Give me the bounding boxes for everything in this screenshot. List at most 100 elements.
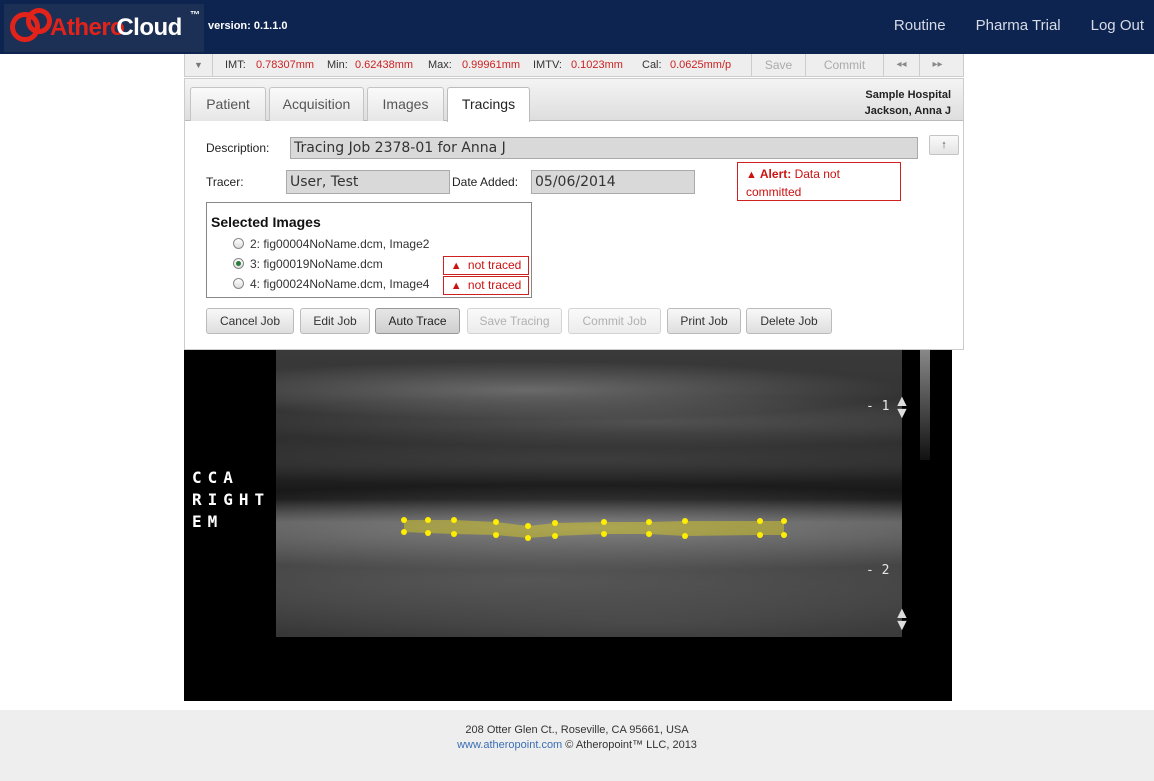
upper-trace-point[interactable]: [601, 519, 607, 525]
not-traced-badge: ▲ not traced: [443, 276, 529, 295]
image-label: 3: fig00019NoName.dcm: [250, 257, 383, 271]
not-traced-badge: ▲ not traced: [443, 256, 529, 275]
lower-trace-point[interactable]: [451, 531, 457, 537]
logo-text-cloud: Cloud: [116, 14, 182, 41]
top-nav: Routine Pharma Trial Log Out: [894, 17, 1144, 34]
max-label: Max:: [428, 59, 452, 71]
delete-job-button[interactable]: Delete Job: [746, 308, 832, 334]
nav-routine[interactable]: Routine: [894, 17, 946, 34]
upper-trace-point[interactable]: [682, 518, 688, 524]
selected-images-title: Selected Images: [211, 214, 321, 230]
lower-trace-point[interactable]: [757, 532, 763, 538]
trace-overlay[interactable]: [184, 350, 952, 701]
cal-label: Cal:: [642, 59, 662, 71]
min-label: Min:: [327, 59, 348, 71]
imt-value: 0.78307mm: [256, 59, 315, 71]
image-row-2[interactable]: 2: fig00004NoName.dcm, Image2: [233, 237, 429, 251]
cancel-job-button[interactable]: Cancel Job: [206, 308, 294, 334]
print-job-button[interactable]: Print Job: [667, 308, 741, 334]
save-measure-button[interactable]: Save: [751, 54, 805, 76]
imtv-label: IMTV:: [533, 59, 562, 71]
commit-measure-button[interactable]: Commit: [805, 54, 883, 76]
description-field[interactable]: Tracing Job 2378-01 for Anna J: [290, 137, 918, 159]
hospital-name: Sample Hospital: [865, 89, 951, 101]
tracer-field[interactable]: User, Test: [286, 170, 450, 194]
prev-image-button[interactable]: ◂◂: [883, 54, 919, 76]
description-label: Description:: [206, 141, 270, 155]
lower-trace-point[interactable]: [525, 535, 531, 541]
logo-trademark: ™: [190, 10, 200, 21]
upper-trace-point[interactable]: [525, 523, 531, 529]
lower-trace-point[interactable]: [601, 531, 607, 537]
lower-trace-point[interactable]: [425, 530, 431, 536]
auto-trace-button[interactable]: Auto Trace: [375, 308, 460, 334]
lower-trace-point[interactable]: [552, 533, 558, 539]
tab-acquisition[interactable]: Acquisition: [269, 87, 364, 121]
footer-website-link[interactable]: www.atheropoint.com: [457, 739, 562, 751]
upper-trace-point[interactable]: [646, 519, 652, 525]
patient-name: Jackson, Anna J: [864, 105, 951, 117]
upper-trace-point[interactable]: [451, 517, 457, 523]
warning-icon: ▲: [746, 169, 757, 181]
athero-cloud-logo[interactable]: Athero Cloud ™: [4, 4, 204, 52]
app-header: Athero Cloud ™ version: 0.1.1.0 Routine …: [0, 0, 1154, 54]
footer-copyright: © Atheropoint™ LLC, 2013: [562, 739, 697, 751]
ultrasound-viewer[interactable]: CCA RIGHT EM - 1 - 2 ▲ ▼ ▲ ▼: [184, 350, 952, 701]
lower-trace-point[interactable]: [646, 531, 652, 537]
alert-box: ▲ Alert: Data not committed: [737, 162, 901, 201]
imt-region: [404, 520, 784, 538]
page-footer: 208 Otter Glen Ct., Roseville, CA 95661,…: [0, 710, 1154, 781]
logo-text-athero: Athero: [50, 14, 125, 41]
collapse-toggle-icon[interactable]: ▼: [185, 54, 213, 76]
tab-tracings[interactable]: Tracings: [447, 87, 530, 122]
status-text: not traced: [467, 258, 522, 272]
footer-address: 208 Otter Glen Ct., Roseville, CA 95661,…: [465, 724, 689, 736]
alert-title: Alert:: [759, 167, 792, 181]
version-label: version: 0.1.1.0: [208, 20, 288, 32]
image-label: 2: fig00004NoName.dcm, Image2: [250, 237, 430, 251]
tab-bar: Patient Acquisition Images Tracings Samp…: [185, 79, 963, 122]
date-added-label: Date Added:: [452, 175, 519, 189]
date-added-field[interactable]: 05/06/2014: [531, 170, 695, 194]
status-text: not traced: [467, 278, 522, 292]
measurement-bar: ▼ IMT: 0.78307mm Min: 0.62438mm Max: 0.9…: [184, 54, 964, 77]
image-radio[interactable]: [233, 278, 244, 289]
upper-trace-point[interactable]: [425, 517, 431, 523]
nav-log-out[interactable]: Log Out: [1091, 17, 1144, 34]
upper-trace-point[interactable]: [401, 517, 407, 523]
next-image-button[interactable]: ▸▸: [919, 54, 955, 76]
image-row-3[interactable]: 3: fig00019NoName.dcm: [233, 257, 383, 271]
lower-trace-point[interactable]: [493, 532, 499, 538]
imt-label: IMT:: [225, 59, 246, 71]
hospital-info: Sample Hospital Jackson, Anna J: [865, 87, 951, 119]
image-label: 4: fig00024NoName.dcm, Image4: [250, 277, 430, 291]
commit-job-button[interactable]: Commit Job: [568, 308, 661, 334]
lower-trace-point[interactable]: [401, 529, 407, 535]
image-row-4[interactable]: 4: fig00024NoName.dcm, Image4: [233, 277, 429, 291]
warning-icon: ▲: [450, 280, 462, 292]
selected-images-box: Selected Images 2: fig00004NoName.dcm, I…: [206, 202, 532, 298]
upper-trace-point[interactable]: [552, 520, 558, 526]
upper-trace-point[interactable]: [757, 518, 763, 524]
lower-trace-point[interactable]: [781, 532, 787, 538]
logo-mark-icon: [10, 8, 58, 48]
tab-patient[interactable]: Patient: [190, 87, 266, 121]
save-tracing-button[interactable]: Save Tracing: [467, 308, 562, 334]
image-radio-selected[interactable]: [233, 258, 244, 269]
nav-pharma-trial[interactable]: Pharma Trial: [976, 17, 1061, 34]
upper-trace-point[interactable]: [781, 518, 787, 524]
edit-job-button[interactable]: Edit Job: [300, 308, 370, 334]
tracer-label: Tracer:: [206, 175, 244, 189]
warning-icon: ▲: [450, 260, 462, 272]
tab-images[interactable]: Images: [367, 87, 444, 121]
image-radio[interactable]: [233, 238, 244, 249]
imtv-value: 0.1023mm: [571, 59, 623, 71]
upper-trace-point[interactable]: [493, 519, 499, 525]
lower-trace-point[interactable]: [682, 533, 688, 539]
min-value: 0.62438mm: [355, 59, 414, 71]
upload-arrow-icon[interactable]: ↑: [929, 135, 959, 155]
job-panel: Patient Acquisition Images Tracings Samp…: [184, 78, 964, 350]
footer-line-2: www.atheropoint.com © Atheropoint™ LLC, …: [0, 738, 1154, 753]
cal-value: 0.0625mm/p: [670, 59, 732, 71]
max-value: 0.99961mm: [462, 59, 521, 71]
